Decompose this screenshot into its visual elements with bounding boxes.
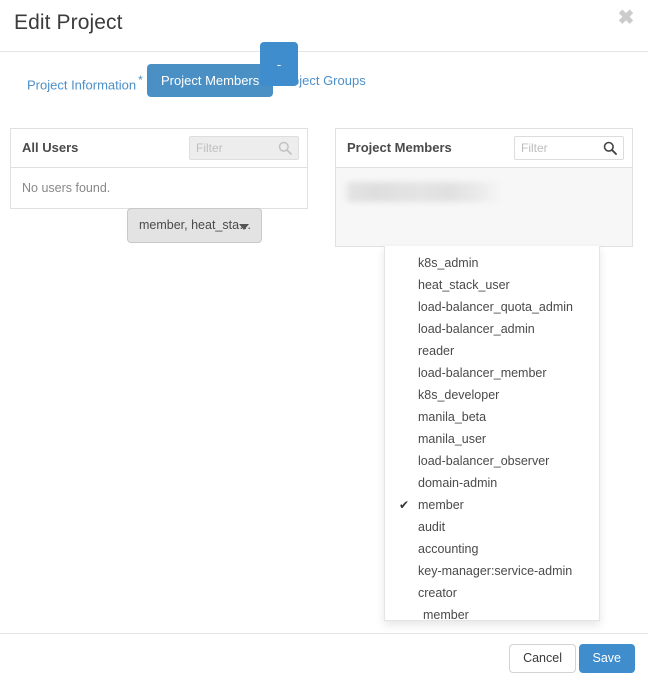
all-users-header: All Users — [11, 129, 307, 168]
edit-project-modal: Edit Project ✖ Project Information * Proj… — [0, 0, 648, 683]
tab-project-members-label: Project Members — [161, 73, 260, 88]
project-member-row — [336, 168, 632, 246]
close-icon[interactable]: ✖ — [614, 6, 638, 30]
role-menu-item[interactable]: domain-admin — [385, 472, 599, 494]
tab-project-information[interactable]: Project Information * — [13, 64, 157, 97]
role-menu-item-label: load-balancer_quota_admin — [418, 300, 573, 314]
role-menu-item[interactable]: reader — [385, 340, 599, 362]
role-menu-item-label: audit — [418, 520, 446, 534]
role-menu-item-label: manila_user — [418, 432, 487, 446]
member-roles-dropdown-label: member, heat_sta… — [139, 218, 252, 232]
member-roles-dropdown-toggle[interactable]: member, heat_sta… — [127, 208, 262, 243]
modal-header: Edit Project ✖ — [0, 0, 648, 52]
role-menu-item[interactable]: load-balancer_member — [385, 362, 599, 384]
member-name-redacted — [344, 182, 502, 202]
cancel-button[interactable]: Cancel — [509, 644, 576, 673]
role-menu-item-label: domain-admin — [418, 476, 498, 490]
role-menu-item-label: heat_stack_user — [418, 278, 510, 292]
role-menu-item[interactable]: key-manager:service-admin — [385, 560, 599, 582]
tab-project-members[interactable]: Project Members — [147, 64, 274, 97]
role-menu-item-label: key-manager:service-admin — [418, 564, 573, 578]
role-menu-item-label: accounting — [418, 542, 479, 556]
role-menu-item[interactable]: ✔ member — [385, 494, 599, 516]
search-icon — [278, 141, 292, 155]
role-menu-item-label: k8s_developer — [418, 388, 500, 402]
all-users-empty-message: No users found. — [11, 168, 307, 208]
member-roles-dropdown-menu[interactable]: k8s_admin heat_stack_user load-balancer_qu… — [384, 246, 600, 621]
role-menu-item-label: reader — [418, 344, 455, 358]
chevron-down-icon — [239, 224, 249, 230]
role-menu-item-label: member — [418, 498, 464, 512]
all-users-title: All Users — [22, 140, 79, 155]
role-menu-item[interactable]: k8s_admin — [385, 252, 599, 274]
project-members-filter-input[interactable] — [515, 137, 601, 159]
page-title: Edit Project — [14, 11, 123, 34]
tab-project-information-label: Project Information — [27, 77, 137, 93]
project-members-panel: Project Members — [335, 128, 633, 247]
all-users-panel: All Users No users found. — [10, 128, 308, 209]
role-menu-item[interactable]: accounting — [385, 538, 599, 560]
role-menu-item[interactable]: load-balancer_admin — [385, 318, 599, 340]
project-members-header: Project Members — [336, 129, 632, 168]
role-menu-item-label: load-balancer_admin — [418, 322, 535, 336]
role-menu-item-label: manila_beta — [418, 410, 487, 424]
role-menu-item[interactable]: creator — [385, 582, 599, 604]
role-menu-item-label: load-balancer_member — [418, 366, 547, 380]
all-users-filter-input[interactable] — [190, 137, 276, 159]
modal-footer: Cancel Save — [0, 633, 648, 683]
tab-bar: Project Information * Project Members Pro… — [0, 52, 648, 112]
role-menu-item-label: creator — [418, 586, 457, 600]
role-menu-item[interactable]: k8s_developer — [385, 384, 599, 406]
required-asterisk: * — [138, 73, 143, 87]
role-menu-item[interactable]: load-balancer_quota_admin — [385, 296, 599, 318]
search-icon — [603, 141, 617, 155]
role-menu-item[interactable]: manila_beta — [385, 406, 599, 428]
role-menu-item[interactable]: member — [385, 604, 599, 621]
role-menu-item[interactable]: load-balancer_observer — [385, 450, 599, 472]
role-menu-item-label: k8s_admin — [418, 256, 479, 270]
remove-member-button[interactable]: - — [260, 42, 298, 86]
role-menu-item[interactable]: manila_user — [385, 428, 599, 450]
project-members-title: Project Members — [347, 140, 452, 155]
all-users-filter-wrap[interactable] — [189, 136, 299, 160]
role-menu-item[interactable]: audit — [385, 516, 599, 538]
save-button[interactable]: Save — [578, 644, 635, 673]
check-icon: ✔ — [399, 498, 410, 512]
role-menu-item-label: member — [423, 608, 469, 621]
role-menu-item[interactable]: heat_stack_user — [385, 274, 599, 296]
role-menu-item-label: load-balancer_observer — [418, 454, 550, 468]
project-members-filter-wrap[interactable] — [514, 136, 624, 160]
